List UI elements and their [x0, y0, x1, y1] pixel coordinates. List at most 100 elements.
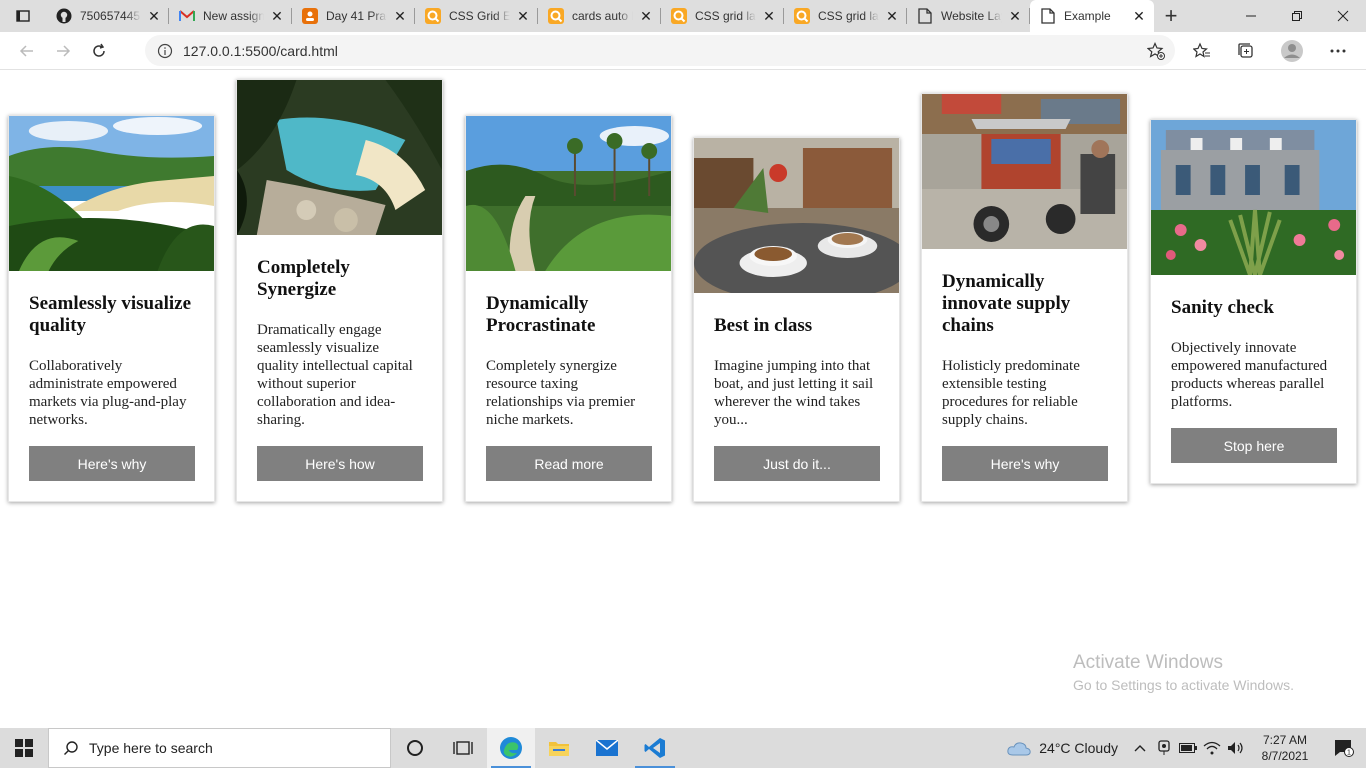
tuk-tuk-street-photo: [922, 94, 1127, 249]
close-window-button[interactable]: [1320, 0, 1366, 32]
file-explorer-app[interactable]: [535, 728, 583, 768]
taskbar-search[interactable]: Type here to search: [48, 728, 391, 768]
collections-button[interactable]: [1230, 35, 1262, 67]
address-bar[interactable]: 127.0.0.1:5500/card.html: [145, 35, 1175, 66]
activation-watermark: Activate Windows Go to Settings to activ…: [1073, 652, 1294, 693]
task-view-button[interactable]: [439, 728, 487, 768]
profile-button[interactable]: [1276, 35, 1308, 67]
watermark-subtitle: Go to Settings to activate Windows.: [1073, 677, 1294, 693]
mail-icon: [596, 740, 618, 756]
cortana-button[interactable]: [391, 728, 439, 768]
battery-button[interactable]: [1176, 743, 1200, 753]
tab-title: New assignment: [203, 9, 264, 23]
meet-now-button[interactable]: [1152, 740, 1176, 756]
show-hidden-icons-button[interactable]: [1128, 744, 1152, 752]
search-engine-icon: [425, 8, 441, 24]
tab-example-active[interactable]: Example ✕: [1030, 0, 1154, 32]
card-text: Collaboratively administrate empowered m…: [29, 358, 187, 428]
tab-gmail[interactable]: New assignment ✕: [169, 0, 292, 32]
tab-search-4[interactable]: CSS grid layout ✕: [784, 0, 907, 32]
volume-button[interactable]: [1224, 741, 1248, 755]
card-button[interactable]: Just do it...: [714, 446, 880, 481]
chevron-up-icon: [1134, 745, 1146, 752]
webcam-icon: [1158, 740, 1170, 755]
page-content: Seamlessly visualize quality Collaborati…: [0, 71, 1366, 728]
close-icon[interactable]: ✕: [516, 8, 530, 24]
url-text[interactable]: 127.0.0.1:5500/card.html: [183, 43, 338, 59]
tab-search-1[interactable]: CSS Grid Examples ✕: [415, 0, 538, 32]
more-icon: [1330, 49, 1346, 53]
folder-icon: [549, 742, 569, 756]
coffee-cafe-photo: [694, 138, 899, 293]
edge-app[interactable]: [487, 728, 535, 768]
close-icon[interactable]: ✕: [270, 8, 284, 24]
gmail-icon: [179, 8, 195, 24]
close-icon[interactable]: ✕: [885, 8, 899, 24]
search-engine-icon: [794, 8, 810, 24]
card-title: Dynamically innovate supply chains: [942, 271, 1071, 336]
forward-arrow-icon: [57, 44, 71, 57]
start-button[interactable]: [0, 728, 48, 768]
card: Completely Synergize Dramatically engage…: [236, 79, 443, 502]
settings-menu-button[interactable]: [1322, 35, 1354, 67]
notifications-button[interactable]: 1: [1322, 739, 1366, 757]
close-icon: [1337, 10, 1349, 22]
svg-text:1: 1: [1347, 750, 1351, 757]
close-icon[interactable]: ✕: [1008, 8, 1022, 24]
house-garden-photo: [1151, 120, 1356, 275]
refresh-icon: [93, 43, 105, 57]
close-icon[interactable]: ✕: [147, 8, 161, 24]
tab-title: Day 41 Practice: [326, 9, 387, 23]
tab-search-3[interactable]: CSS grid layout ✕: [661, 0, 784, 32]
card-button[interactable]: Here's how: [257, 446, 423, 481]
system-tray: 24°C Cloudy 7:27 AM 8/7/2021 1: [1007, 728, 1366, 768]
info-icon[interactable]: [157, 43, 173, 59]
search-icon: [64, 741, 78, 755]
tab-title: CSS Grid Examples: [449, 9, 510, 23]
tab-course[interactable]: Day 41 Practice ✕: [292, 0, 415, 32]
tab-github[interactable]: 75065744519 ✕: [46, 0, 169, 32]
plus-icon: +: [1164, 3, 1178, 28]
minimize-icon: [1246, 15, 1256, 17]
card-button[interactable]: Stop here: [1171, 428, 1337, 463]
back-button[interactable]: [9, 35, 45, 67]
card-title: Completely Synergize: [257, 257, 350, 300]
restore-button[interactable]: [1274, 0, 1320, 32]
weather-widget[interactable]: 24°C Cloudy: [1007, 740, 1118, 756]
close-icon[interactable]: ✕: [762, 8, 776, 24]
close-icon[interactable]: ✕: [639, 8, 653, 24]
tab-title: cards auto layout: [572, 9, 633, 23]
search-engine-icon: [671, 8, 687, 24]
tab-search-2[interactable]: cards auto layout ✕: [538, 0, 661, 32]
restore-icon: [1292, 11, 1302, 21]
card-button[interactable]: Here's why: [942, 446, 1108, 481]
notification-icon: 1: [1335, 740, 1354, 757]
course-icon: [302, 8, 318, 24]
close-icon[interactable]: ✕: [1132, 8, 1146, 24]
tab-actions-button[interactable]: [0, 0, 46, 32]
add-favorite-icon[interactable]: [1147, 42, 1165, 60]
card-title: Seamlessly visualize quality: [29, 293, 192, 336]
forward-button[interactable]: [45, 35, 81, 67]
clock[interactable]: 7:27 AM 8/7/2021: [1248, 732, 1322, 764]
refresh-button[interactable]: [81, 35, 117, 67]
favorites-icon: [1193, 42, 1210, 58]
vscode-app[interactable]: [631, 728, 679, 768]
network-button[interactable]: [1200, 741, 1224, 755]
close-icon[interactable]: ✕: [393, 8, 407, 24]
minimize-button[interactable]: [1228, 0, 1274, 32]
card-button[interactable]: Here's why: [29, 446, 195, 481]
mail-app[interactable]: [583, 728, 631, 768]
new-tab-button[interactable]: +: [1154, 0, 1188, 32]
task-view-icon: [453, 741, 473, 755]
page-icon: [1040, 8, 1056, 24]
card: Sanity check Objectively innovate empowe…: [1150, 119, 1357, 484]
tab-strip: 75065744519 ✕ New assignment ✕ Day 41 Pr…: [0, 0, 1366, 32]
card-text: Dramatically engage seamlessly visualize…: [257, 322, 413, 428]
card-button[interactable]: Read more: [486, 446, 652, 481]
battery-icon: [1179, 743, 1197, 753]
watermark-title: Activate Windows: [1073, 652, 1223, 673]
card-text: Objectively innovate empowered manufactu…: [1171, 340, 1328, 410]
tab-website-layout[interactable]: Website Layout ✕: [907, 0, 1030, 32]
favorites-button[interactable]: [1186, 35, 1218, 67]
